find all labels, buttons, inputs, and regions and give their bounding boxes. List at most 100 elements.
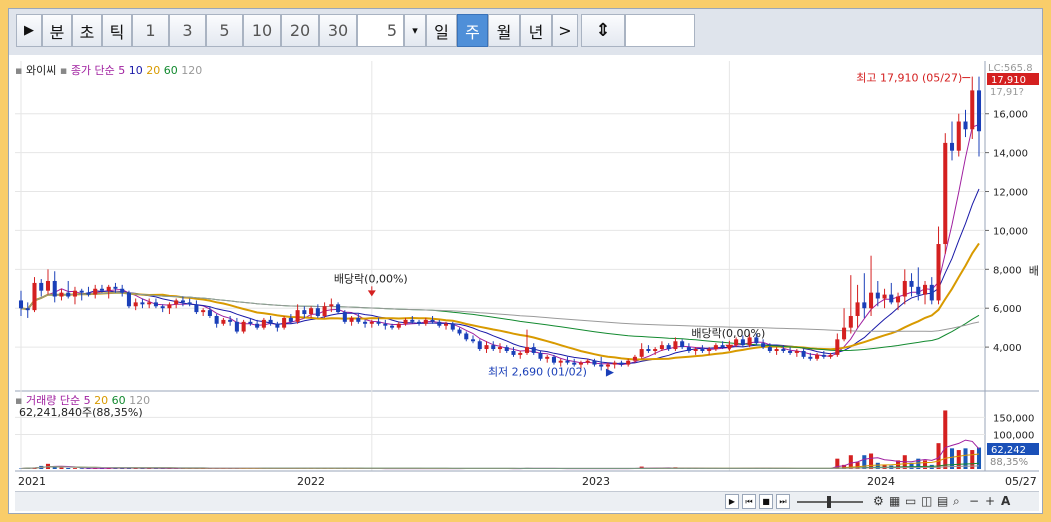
candle-body: [72, 290, 77, 297]
candle-body: [221, 319, 226, 324]
candle-body: [524, 347, 530, 353]
candle-body: [518, 352, 523, 355]
dividend-annotation: 배당락(0,00%): [1029, 265, 1039, 278]
candle-body: [342, 312, 347, 322]
candle-body: [585, 360, 590, 363]
candle-body: [66, 292, 71, 297]
scroll-stop-button[interactable]: ■: [759, 494, 773, 509]
window-icon[interactable]: ◫: [921, 494, 932, 509]
price-tick-label: 12,000: [993, 188, 1028, 199]
expand-vertical-icon: ⇕: [595, 20, 611, 41]
candle-body: [315, 308, 320, 316]
chart-area[interactable]: 4,000 6,000 8,000 10,000 12,000 14,000 16,000 1…: [15, 61, 1051, 491]
candle-body: [275, 323, 280, 328]
candle-body: [740, 339, 745, 346]
settings-icon[interactable]: ⚙: [873, 494, 884, 509]
grid-icon[interactable]: ▦: [889, 494, 900, 509]
high-annotation: 최고 17,910 (05/27): [856, 72, 962, 85]
scroll-last-button[interactable]: ⏭: [776, 494, 790, 509]
candle-body: [538, 352, 543, 359]
candle-body: [417, 321, 422, 324]
candle-body: [336, 304, 341, 313]
period-tick-label: 틱: [109, 22, 125, 42]
candle-body: [693, 349, 698, 351]
candle-body: [430, 319, 435, 322]
volume-bar: [79, 468, 84, 469]
price-tick-label: 14,000: [993, 149, 1028, 160]
layout-icon[interactable]: ▭: [905, 494, 916, 509]
dividend-annotation: 배당락(0,00%): [334, 272, 408, 285]
candle-body: [268, 319, 273, 324]
candle-body: [93, 288, 98, 295]
play-button[interactable]: ▶: [16, 14, 42, 47]
stock-code-input[interactable]: [625, 14, 695, 47]
candle-body: [437, 321, 442, 326]
volume-pct-label: 88,35%: [990, 457, 1028, 468]
magnifier-icon[interactable]: ⌕: [953, 494, 960, 509]
zoom-out-icon[interactable]: −: [969, 494, 979, 509]
candle-body: [626, 360, 631, 365]
period-minute-button[interactable]: 분: [42, 14, 72, 47]
zoom-in-icon[interactable]: +: [985, 494, 995, 509]
candle-body: [396, 323, 401, 328]
interval-3-button[interactable]: 3: [169, 14, 206, 47]
save-icon[interactable]: ▤: [937, 494, 948, 509]
volume-bar: [835, 458, 840, 469]
scroll-first-button[interactable]: ⏮: [742, 494, 756, 509]
candle-body: [497, 347, 503, 350]
period-tick-button[interactable]: 틱: [102, 14, 132, 47]
count-select[interactable]: 5: [357, 14, 404, 47]
candle-body: [700, 349, 705, 351]
range-week-button[interactable]: 주: [457, 14, 488, 47]
legend-ma120: 120: [181, 64, 202, 77]
scrollbar[interactable]: ▶ ⏮ ■ ⏭ ⚙ ▦ ▭ ◫ ▤ ⌕ − + A: [15, 491, 1039, 511]
candle-body: [619, 362, 624, 365]
candle-body: [201, 310, 206, 313]
font-size-icon[interactable]: A: [1001, 494, 1010, 509]
candle-body: [329, 304, 334, 307]
volume-pane: [15, 391, 1039, 471]
interval-1-button[interactable]: 1: [132, 14, 169, 47]
candle-body: [214, 315, 219, 324]
range-year-label: 년: [528, 22, 544, 42]
price-volume-chart[interactable]: 4,000 6,000 8,000 10,000 12,000 14,000 16,000 1…: [15, 61, 1051, 491]
candle-body: [976, 90, 982, 132]
candle-body: [781, 349, 786, 351]
range-month-label: 월: [496, 22, 512, 42]
candle-body: [761, 343, 766, 348]
period-minute-label: 분: [49, 22, 65, 42]
play-icon: ▶: [728, 497, 736, 506]
count-value: 5: [386, 21, 397, 40]
interval-30-button[interactable]: 30: [319, 14, 357, 47]
candle-body: [659, 345, 664, 350]
candle-body: [194, 304, 199, 313]
range-day-button[interactable]: 일: [426, 14, 457, 47]
next-button[interactable]: >: [552, 14, 578, 47]
range-year-button[interactable]: 년: [520, 14, 552, 47]
interval-10-button[interactable]: 10: [243, 14, 281, 47]
zoom-slider-handle[interactable]: [827, 496, 831, 508]
current-price-below: 17,91?: [990, 87, 1024, 98]
candle-body: [464, 333, 469, 340]
candle-body: [174, 300, 179, 305]
interval-5-button[interactable]: 5: [206, 14, 243, 47]
interval-20-button[interactable]: 20: [281, 14, 319, 47]
volume-bar: [943, 410, 948, 469]
candle-body: [167, 304, 172, 309]
candle-body: [52, 280, 57, 297]
interval-30-label: 30: [327, 21, 349, 40]
expand-button[interactable]: ⇕: [581, 14, 625, 47]
count-dropdown-button[interactable]: ▾: [404, 14, 426, 47]
candle-body: [309, 308, 314, 315]
candle-body: [720, 345, 725, 348]
skip-back-icon: ⏮: [745, 497, 753, 506]
scroll-play-button[interactable]: ▶: [725, 494, 739, 509]
interval-1-label: 1: [145, 21, 156, 40]
candle-body: [646, 349, 651, 351]
period-second-button[interactable]: 초: [72, 14, 102, 47]
candle-body: [923, 284, 928, 295]
candle-body: [801, 350, 806, 357]
dividend-annotation: 배당락(0,00%): [691, 327, 765, 340]
range-month-button[interactable]: 월: [488, 14, 520, 47]
candle-body: [410, 319, 415, 322]
